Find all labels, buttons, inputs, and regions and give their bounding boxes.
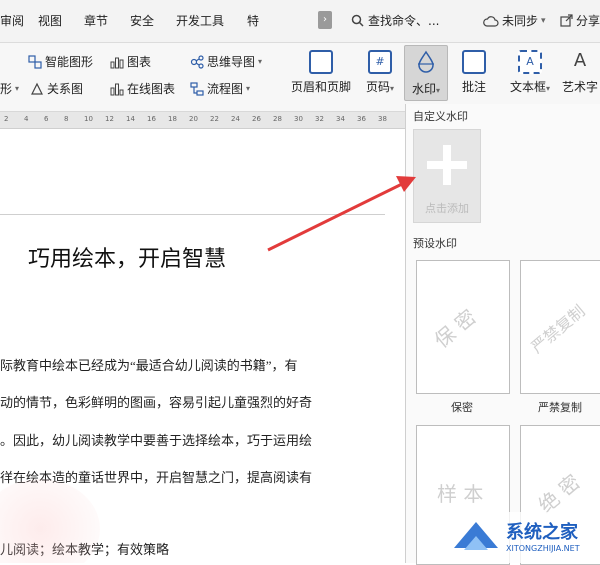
tab-security[interactable]: 安全 — [130, 12, 154, 29]
add-custom-watermark-button[interactable]: 点击添加 — [413, 129, 481, 223]
tab-more-button[interactable]: › — [318, 11, 332, 29]
plus-icon — [427, 145, 467, 185]
flowchart-icon — [190, 81, 204, 96]
online-chart-icon — [110, 83, 124, 95]
horizontal-ruler: 2 4 6 8 10 12 14 16 18 20 22 24 26 28 30… — [0, 112, 405, 129]
textbox-icon: A — [518, 50, 542, 74]
chevron-down-icon: ▾ — [436, 86, 441, 95]
tab-chapter[interactable]: 章节 — [84, 12, 108, 29]
preset-watermark-text: 样 本 — [437, 482, 484, 506]
wordart-icon: A — [573, 50, 587, 71]
header-footer-icon — [309, 50, 333, 74]
logo-name: 系统之家 — [506, 522, 578, 543]
wordart-button[interactable]: A 艺术字 — [560, 46, 600, 95]
search-icon — [351, 14, 364, 27]
chevron-down-icon: ▾ — [546, 84, 551, 93]
body-line-1: 际教育中绘本已经成为“最适合幼儿阅读的书籍”，有 — [0, 358, 298, 373]
document-page[interactable]: 巧用绘本，开启智慧 际教育中绘本已经成为“最适合幼儿阅读的书籍”，有 动的情节，… — [0, 129, 405, 563]
watermark-dropdown-panel: 自定义水印 点击添加 预设水印 保 密 保密 严禁复制 严禁复制 样 本 绝 密 — [405, 104, 600, 565]
tab-review[interactable]: 审阅 — [0, 12, 24, 29]
menu-tab-bar: 审阅 视图 章节 安全 开发工具 特 › 查找命令、... 未同步 ▾ 分享 — [0, 0, 600, 43]
sync-status-button[interactable]: 未同步 ▾ — [483, 12, 546, 29]
logo-icon — [454, 522, 498, 550]
chevron-down-icon: ▾ — [246, 84, 251, 93]
preset-watermark-heading: 预设水印 — [413, 237, 457, 250]
body-line-2: 动的情节，色彩鲜明的图画，容易引起儿童强烈的好奇 — [0, 395, 313, 410]
shape-button[interactable]: 形 ▾ — [0, 80, 19, 97]
preset-watermark-text: 绝 密 — [533, 469, 585, 518]
chevron-down-icon: ▾ — [15, 84, 20, 93]
preset-watermark-no-copy[interactable]: 严禁复制 — [520, 260, 600, 394]
page-number-icon: # — [368, 50, 392, 74]
body-line-3: 。因此，幼儿阅读教学中要善于选择绘本，巧于运用绘 — [0, 433, 313, 448]
add-watermark-label: 点击添加 — [425, 202, 469, 215]
document-title: 巧用绘本，开启智慧 — [28, 246, 227, 271]
relation-diagram-button[interactable]: 关系图 — [30, 80, 83, 97]
chevron-down-icon: ▾ — [541, 15, 546, 26]
preset-watermark-text: 严禁复制 — [527, 301, 589, 358]
preset-watermark-confidential[interactable]: 保 密 — [416, 260, 510, 394]
chart-icon — [110, 57, 124, 68]
sync-label: 未同步 — [502, 14, 539, 28]
tab-special[interactable]: 特 — [247, 12, 259, 29]
cloud-icon — [483, 15, 499, 27]
preset-label: 保密 — [451, 401, 473, 414]
page-number-button[interactable]: # 页码▾ — [358, 46, 402, 95]
command-search[interactable]: 查找命令、... — [351, 12, 439, 29]
chart-button[interactable]: 图表 — [110, 53, 151, 70]
header-footer-button[interactable]: 页眉和页脚 — [286, 46, 356, 95]
preset-watermark-text: 保 密 — [429, 304, 481, 353]
comment-icon — [462, 50, 486, 74]
chevron-down-icon: ▾ — [390, 84, 395, 93]
site-logo: 系统之家 XITONGZHIJIA.NET — [448, 512, 600, 563]
online-chart-button[interactable]: 在线图表 — [110, 80, 175, 97]
smart-shape-button[interactable]: 智能图形 — [28, 53, 93, 70]
watermark-button[interactable]: 水印▾ — [404, 45, 448, 101]
relation-icon — [31, 82, 43, 95]
share-icon — [560, 14, 573, 27]
custom-watermark-heading: 自定义水印 — [413, 110, 468, 123]
chevron-down-icon: ▾ — [258, 57, 263, 66]
textbox-button[interactable]: A 文本框▾ — [502, 46, 558, 95]
mind-map-button[interactable]: 思维导图 ▾ — [190, 53, 262, 70]
watermark-icon — [418, 50, 434, 73]
share-button[interactable]: 分享 — [560, 12, 600, 29]
comment-button[interactable]: 批注 — [452, 46, 496, 95]
search-label: 查找命令、... — [368, 14, 440, 28]
preset-label: 严禁复制 — [538, 401, 582, 414]
decorative-blob — [0, 479, 100, 563]
logo-url: XITONGZHIJIA.NET — [506, 544, 580, 553]
smart-shape-icon — [28, 54, 42, 69]
share-label: 分享 — [576, 14, 600, 28]
tab-developer-tools[interactable]: 开发工具 — [176, 12, 224, 29]
mind-map-icon — [190, 54, 204, 69]
tab-view[interactable]: 视图 — [38, 12, 62, 29]
page-margin-line — [0, 214, 385, 215]
flowchart-button[interactable]: 流程图 ▾ — [190, 80, 250, 97]
